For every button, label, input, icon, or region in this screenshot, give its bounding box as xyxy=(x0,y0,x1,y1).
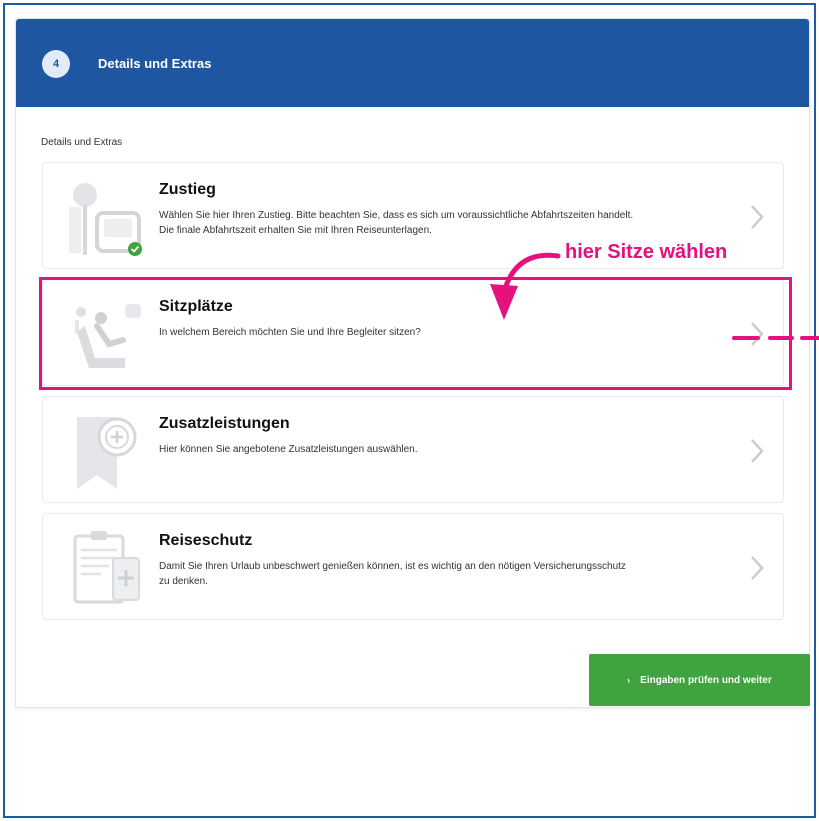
panel-title: Details und Extras xyxy=(98,56,212,71)
dashed-line-icon xyxy=(732,336,819,340)
chevron-right-icon xyxy=(751,439,764,463)
annotation-label: hier Sitze wählen xyxy=(565,241,728,263)
annotation-highlight-box xyxy=(39,277,792,390)
bus-stop-icon xyxy=(69,183,142,256)
card-title: Zustieg xyxy=(159,181,216,198)
chevron-right-icon xyxy=(751,556,764,580)
card-zusatzleistungen[interactable]: Zusatzleistungen Hier können Sie angebot… xyxy=(42,396,784,503)
card-reiseschutz[interactable]: Reiseschutz Damit Sie Ihren Urlaub unbes… xyxy=(42,513,784,620)
card-description: Damit Sie Ihren Urlaub unbeschwert genie… xyxy=(159,561,626,587)
submit-next-button-label: Eingaben prüfen und weiter xyxy=(640,674,772,686)
card-title: Zusatzleistungen xyxy=(159,415,290,432)
card-description: Hier können Sie angebotene Zusatzleistun… xyxy=(159,444,418,455)
ribbon-plus-icon xyxy=(77,417,137,489)
card-description: Wählen Sie hier Ihren Zustieg. Bitte bea… xyxy=(159,210,634,236)
panel-header: 4 Details und Extras xyxy=(16,19,809,107)
chevron-right-icon: › xyxy=(627,675,631,685)
card-title: Reiseschutz xyxy=(159,532,253,549)
chevron-right-icon xyxy=(751,205,764,229)
insurance-document-icon xyxy=(73,531,140,604)
step-number-badge: 4 xyxy=(42,50,70,78)
section-label: Details und Extras xyxy=(41,137,123,148)
submit-next-button[interactable]: › Eingaben prüfen und weiter xyxy=(589,654,810,706)
